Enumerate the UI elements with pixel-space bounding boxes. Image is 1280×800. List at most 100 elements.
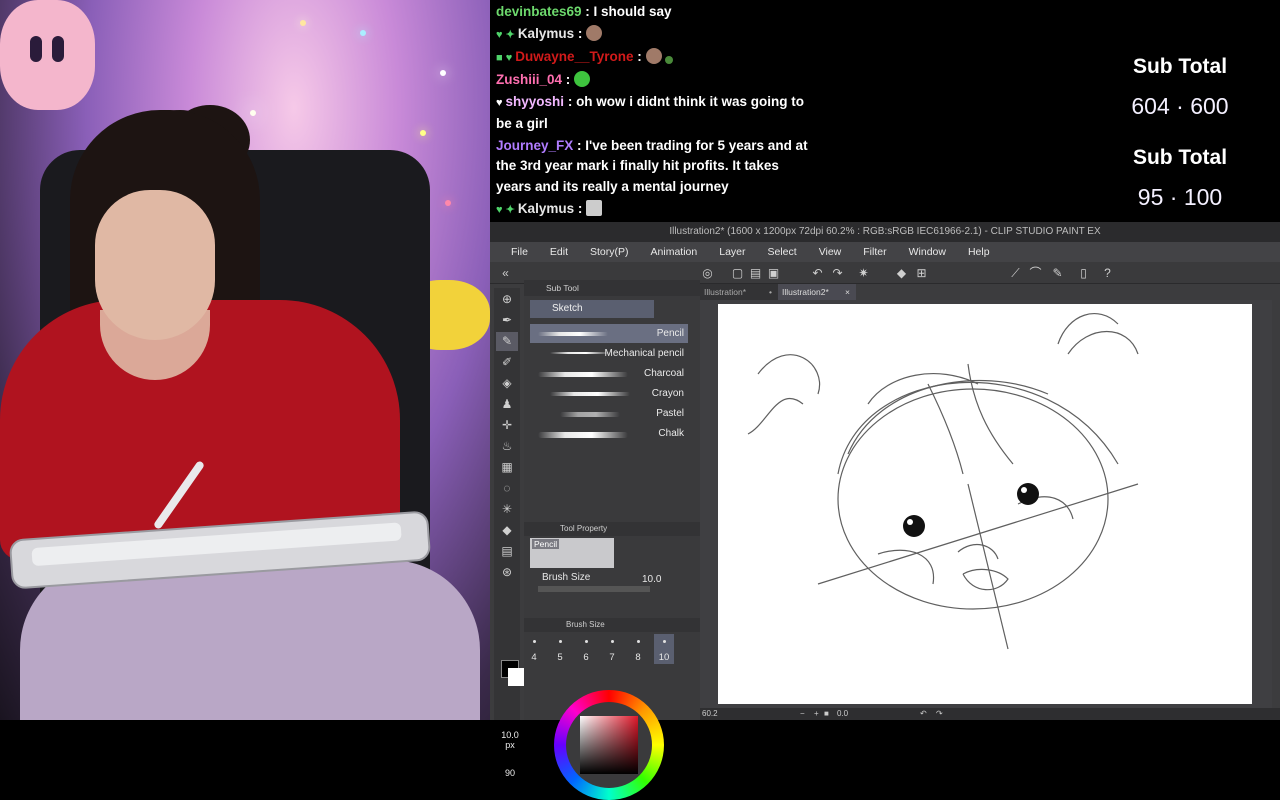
- pen-tool-icon[interactable]: ✒: [496, 311, 518, 330]
- window-title: Illustration2* (1600 x 1200px 72dpi 60.2…: [490, 222, 1280, 242]
- chat-username[interactable]: shyyoshi: [506, 94, 565, 109]
- transform-icon[interactable]: ⊞: [914, 266, 929, 280]
- sub-tool-header: Sub Tool: [524, 280, 700, 296]
- ruler-tool-icon[interactable]: ▦: [496, 458, 518, 477]
- eyedropper-tool-icon[interactable]: ♨: [496, 437, 518, 456]
- menu-layer[interactable]: Layer: [708, 242, 756, 262]
- chat-badges: ♥: [496, 97, 503, 109]
- chat-username[interactable]: devinbates69: [496, 4, 582, 19]
- drawing-canvas[interactable]: [718, 304, 1252, 704]
- eraser-tool-icon[interactable]: ◈: [496, 374, 518, 393]
- brush-size-preset[interactable]: 10: [654, 652, 674, 663]
- menu-story[interactable]: Story(P): [579, 242, 640, 262]
- menu-view[interactable]: View: [808, 242, 853, 262]
- brush-pastel[interactable]: Pastel: [530, 404, 688, 423]
- brush-size-preset[interactable]: 4: [524, 652, 544, 663]
- sketch-group-tab[interactable]: Sketch: [530, 300, 654, 318]
- curve-snap-icon[interactable]: ⌒: [1028, 266, 1043, 280]
- brush-mechanical-pencil[interactable]: Mechanical pencil: [530, 344, 688, 363]
- ruler-snap-icon[interactable]: ⟋: [1008, 266, 1023, 280]
- device-icon[interactable]: ▯: [1076, 266, 1091, 280]
- open-folder-icon[interactable]: ▤: [748, 266, 763, 280]
- blend-tool-icon[interactable]: ♟: [496, 395, 518, 414]
- tool-property-header: Tool Property: [524, 522, 700, 536]
- color-wheel[interactable]: [554, 690, 664, 800]
- brush-chalk[interactable]: Chalk: [530, 424, 688, 443]
- menu-edit[interactable]: Edit: [539, 242, 579, 262]
- tab-illustration[interactable]: Illustration* •: [700, 284, 778, 300]
- pencil-tool-icon[interactable]: ✎: [496, 332, 518, 351]
- move-tool-icon[interactable]: ✛: [496, 416, 518, 435]
- brush-pencil[interactable]: Pencil: [530, 324, 688, 343]
- zoom-in-icon[interactable]: +: [814, 708, 819, 720]
- menu-select[interactable]: Select: [757, 242, 808, 262]
- pen-settings-icon[interactable]: ✎: [1050, 266, 1065, 280]
- zoom-tool-icon[interactable]: ⊕: [496, 290, 518, 309]
- help-icon[interactable]: ?: [1100, 266, 1115, 280]
- chat-badges: ♥ ✦: [496, 203, 515, 216]
- clip-studio-icon[interactable]: ◎: [700, 266, 715, 280]
- clear-icon[interactable]: ✷: [856, 266, 871, 280]
- sub-total-label: Sub Total: [1132, 146, 1228, 169]
- menu-file[interactable]: File: [500, 242, 539, 262]
- stop-icon[interactable]: ■: [824, 708, 829, 720]
- text-tool-icon[interactable]: ⊛: [496, 563, 518, 582]
- chat-username[interactable]: Kalymus: [518, 201, 574, 216]
- sketch-drawing: [747, 313, 1139, 650]
- save-icon[interactable]: ▣: [766, 266, 781, 280]
- chat-text: I should say: [593, 4, 672, 19]
- fill-icon[interactable]: ◆: [894, 266, 909, 280]
- chat-username[interactable]: Journey_FX: [496, 138, 573, 153]
- brush-charcoal[interactable]: Charcoal: [530, 364, 688, 383]
- chat-message: Zushiii_04 :: [496, 70, 814, 91]
- brush-crayon[interactable]: Crayon: [530, 384, 688, 403]
- clip-studio-window: Illustration2* (1600 x 1200px 72dpi 60.2…: [490, 222, 1280, 800]
- new-file-icon[interactable]: ▢: [730, 266, 745, 280]
- brush-label: Pastel: [656, 408, 684, 419]
- brush-size-preset[interactable]: 5: [550, 652, 570, 663]
- brush-size-preset[interactable]: 7: [602, 652, 622, 663]
- brush-tool-icon[interactable]: ✐: [496, 353, 518, 372]
- canvas-area: [700, 300, 1272, 708]
- status-zoom[interactable]: 60.2: [702, 708, 718, 720]
- lasso-tool-icon[interactable]: ◌: [496, 479, 518, 498]
- chevron-left-icon[interactable]: «: [498, 266, 513, 280]
- close-icon[interactable]: ×: [845, 284, 850, 300]
- tool-property-name: Pencil: [532, 539, 560, 549]
- color-saturation-square[interactable]: [580, 716, 638, 774]
- undo-icon[interactable]: ↶: [810, 266, 825, 280]
- fill-tool-icon[interactable]: ◆: [496, 521, 518, 540]
- document-tabs: Illustration* • Illustration2* ×: [700, 284, 856, 300]
- brush-size-value[interactable]: 10.0: [642, 574, 661, 585]
- sub-total-value: 95 · 100: [1137, 184, 1223, 210]
- chat-panel: devinbates69 : I should say ♥ ✦ Kalymus :…: [490, 0, 820, 222]
- magic-wand-icon[interactable]: ✳: [496, 500, 518, 519]
- chat-username[interactable]: Kalymus: [518, 26, 574, 41]
- menu-help[interactable]: Help: [957, 242, 1001, 262]
- brush-size-label: Brush Size: [542, 572, 591, 583]
- close-icon[interactable]: •: [769, 284, 772, 300]
- redo-icon[interactable]: ↷: [830, 266, 845, 280]
- chat-message: devinbates69 : I should say: [496, 4, 672, 19]
- chat-username[interactable]: Duwayne__Tyrone: [515, 49, 633, 64]
- tool-strip: ⊕ ✒ ✎ ✐ ◈ ♟ ✛ ♨ ▦ ◌ ✳ ◆ ▤ ⊛ 10.0 px 90: [494, 288, 526, 778]
- status-angle[interactable]: 0.0: [837, 708, 848, 720]
- menu-animation[interactable]: Animation: [640, 242, 709, 262]
- brush-size-preset[interactable]: 6: [576, 652, 596, 663]
- rotate-right-icon[interactable]: ↷: [936, 708, 943, 720]
- zoom-out-icon[interactable]: −: [800, 708, 805, 720]
- chat-message: Journey_FX : I've been trading for 5 yea…: [496, 137, 808, 194]
- tab-illustration2[interactable]: Illustration2* ×: [778, 284, 856, 300]
- brush-size-readout: 10.0 px: [501, 730, 519, 750]
- gradient-tool-icon[interactable]: ▤: [496, 542, 518, 561]
- brush-size-slider[interactable]: [538, 586, 650, 592]
- menu-window[interactable]: Window: [898, 242, 957, 262]
- chat-badges: ♥ ✦: [496, 29, 515, 41]
- brush-size-preset[interactable]: 8: [628, 652, 648, 663]
- rotate-left-icon[interactable]: ↶: [920, 708, 927, 720]
- menu-filter[interactable]: Filter: [852, 242, 897, 262]
- chat-username[interactable]: Zushiii_04: [496, 72, 562, 87]
- leaf-emote: [665, 56, 674, 64]
- brush-size-header: Brush Size: [524, 618, 700, 632]
- sub-total-value: 604 · 600: [1131, 93, 1229, 119]
